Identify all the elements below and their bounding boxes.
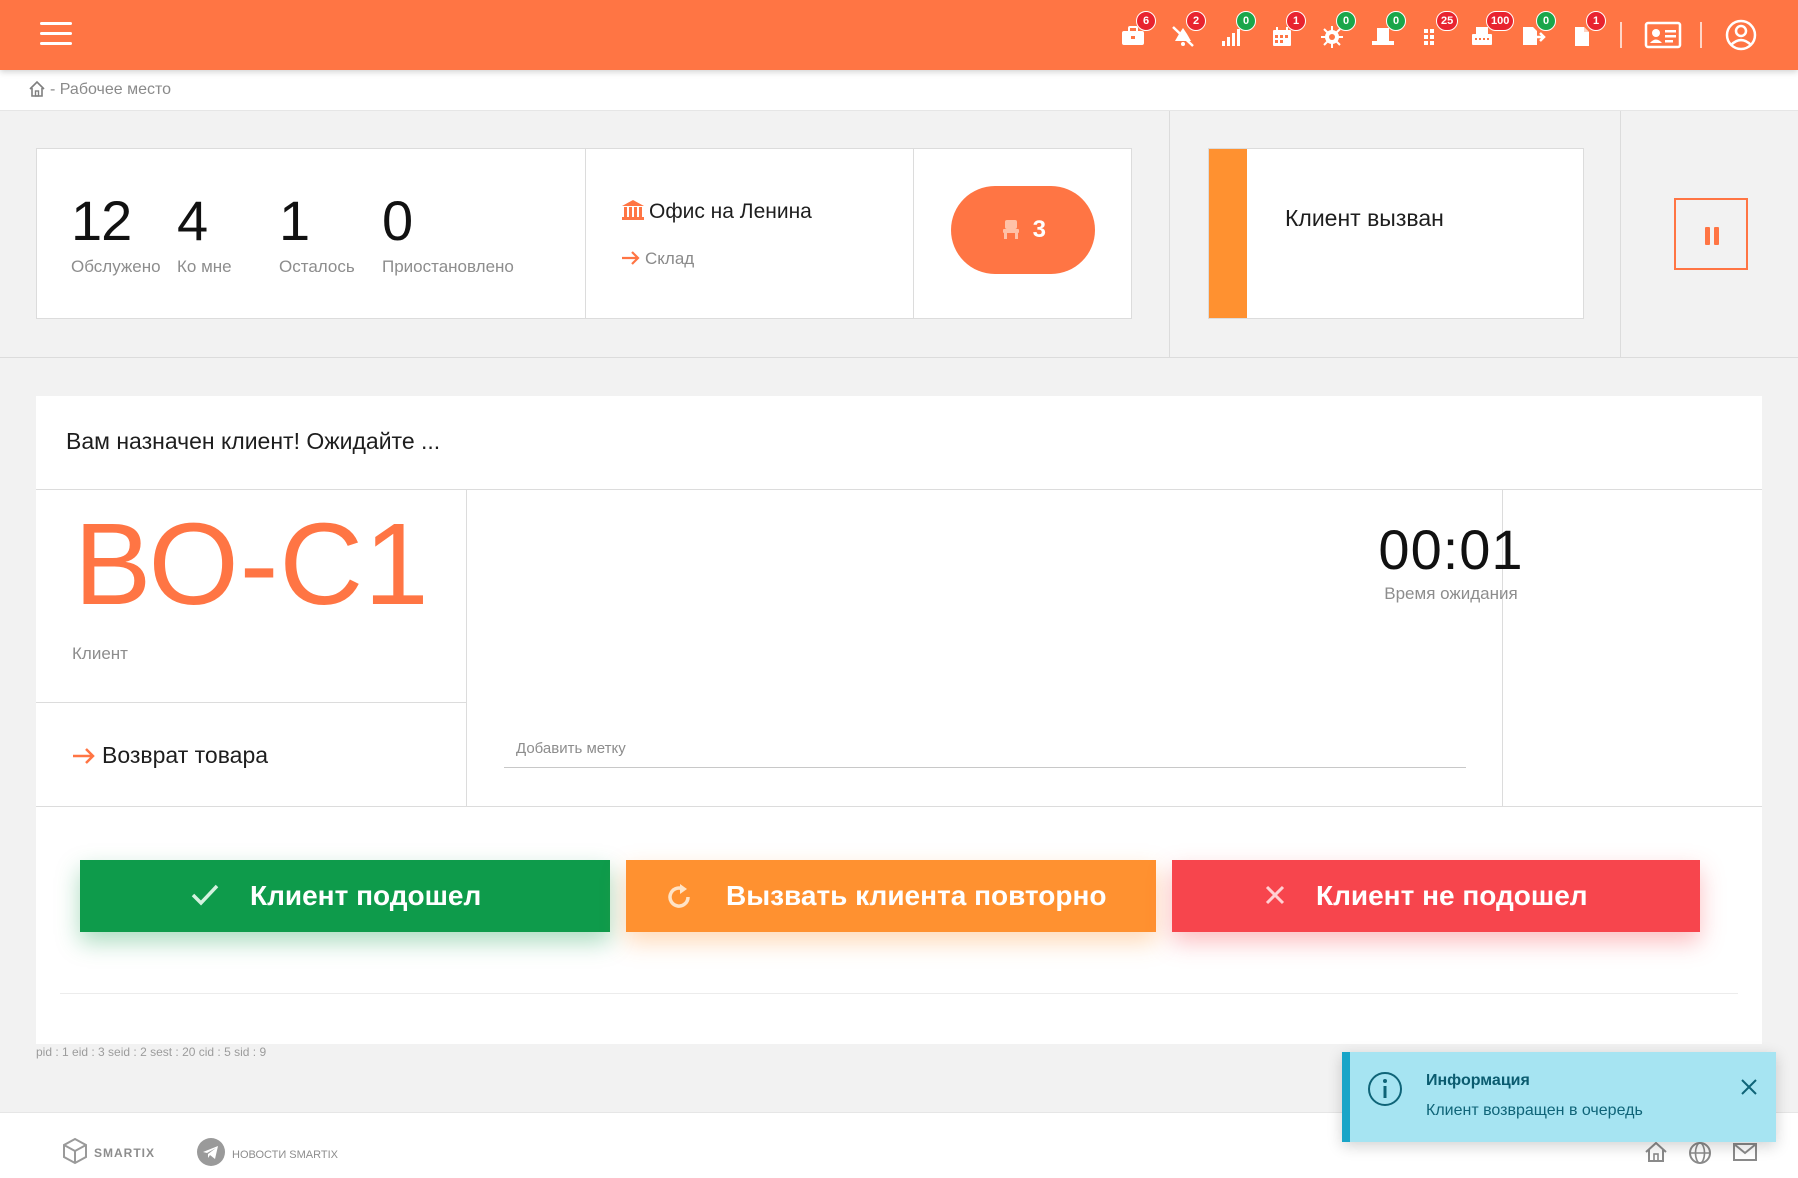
stat-remaining: 1 Осталось [279, 191, 355, 277]
stat-remaining-label: Осталось [279, 257, 355, 276]
department-text: Склад [645, 249, 695, 268]
export-icon[interactable]: 0 [1518, 11, 1556, 50]
queue-count-button[interactable]: 3 [951, 186, 1095, 274]
divider [913, 149, 914, 318]
printer-badge: 100 [1486, 11, 1515, 31]
user-profile-icon[interactable] [1722, 17, 1760, 53]
toolbar-separator [1620, 22, 1622, 48]
arrow-right-icon [621, 250, 641, 271]
top-bar: 6 2 0 1 0 0 25 100 0 1 [0, 0, 1798, 70]
divider [36, 702, 466, 703]
department: Склад [621, 249, 694, 271]
muted-notification-icon[interactable]: 2 [1168, 11, 1206, 50]
divider [60, 993, 1738, 994]
bank-icon [621, 199, 645, 227]
toast-message: Клиент возвращен в очередь [1426, 1102, 1643, 1119]
smartix-logo[interactable]: SMARTIX [62, 1137, 155, 1165]
tag-input[interactable] [504, 730, 1466, 768]
toolbar-separator [1700, 22, 1702, 48]
pause-icon [1705, 227, 1710, 245]
status-indicator [1209, 149, 1247, 318]
id-card-icon[interactable] [1644, 17, 1682, 53]
service-name: Возврат товара [72, 742, 268, 772]
arrow-right-icon [72, 745, 96, 772]
stat-suspended: 0 Приостановлено [382, 191, 514, 277]
document-icon[interactable]: 1 [1568, 11, 1606, 50]
stat-suspended-label: Приостановлено [382, 257, 514, 276]
home-icon[interactable] [1644, 1141, 1668, 1168]
close-icon[interactable] [1740, 1078, 1758, 1101]
client-arrived-label: Клиент подошел [250, 880, 482, 911]
mail-icon[interactable] [1732, 1141, 1758, 1168]
panel-title: Вам назначен клиент! Ожидайте ... [66, 428, 441, 454]
refresh-icon [664, 882, 694, 919]
recall-client-label: Вызвать клиента повторно [726, 880, 1107, 911]
printer-icon[interactable]: 100 [1468, 11, 1515, 50]
wait-timer-label: Время ожидания [1384, 584, 1518, 603]
breadcrumb-current[interactable]: - Рабочее место [50, 81, 171, 99]
stat-suspended-value: 0 [382, 189, 413, 252]
divider [1169, 111, 1170, 357]
ticket-label: Клиент [72, 644, 128, 663]
client-no-show-button[interactable]: Клиент не подошел [1172, 860, 1700, 932]
globe-icon[interactable] [1688, 1141, 1712, 1170]
divider [36, 489, 1762, 490]
desk-badge: 0 [1386, 11, 1406, 31]
smartix-news-text: НОВОСТИ SMARTIX [232, 1149, 338, 1161]
chip-badge: 0 [1336, 11, 1356, 31]
document-badge: 1 [1586, 11, 1606, 31]
smartix-news-link[interactable]: НОВОСТИ SMARTIX [196, 1137, 338, 1167]
ticket-number: ВО-С1 [74, 499, 430, 629]
office-name: Офис на Ленина [621, 199, 812, 227]
stat-served: 12 Обслужено [71, 191, 161, 277]
stat-to-me: 4 Ко мне [177, 191, 232, 277]
pause-icon [1714, 227, 1719, 245]
pause-button[interactable] [1674, 198, 1748, 270]
stat-remaining-value: 1 [279, 189, 310, 252]
grid-icon[interactable]: 25 [1418, 11, 1459, 50]
calendar-badge: 1 [1286, 11, 1306, 31]
smartix-logo-text: SMARTIX [94, 1146, 155, 1160]
calendar-icon[interactable]: 1 [1268, 11, 1306, 50]
home-icon[interactable] [28, 80, 46, 103]
menu-icon[interactable] [40, 22, 72, 46]
divider [466, 490, 467, 806]
desk-icon[interactable]: 0 [1368, 11, 1406, 50]
toast-title: Информация [1426, 1072, 1530, 1089]
operator-status-card: Клиент вызван [1208, 148, 1584, 319]
info-icon [1366, 1070, 1404, 1113]
breadcrumb: - Рабочее место [0, 70, 1798, 111]
briefcase-icon[interactable]: 6 [1118, 11, 1156, 50]
signal-icon[interactable]: 0 [1218, 11, 1256, 50]
divider [585, 149, 586, 318]
muted-notification-badge: 2 [1186, 11, 1206, 31]
wait-timer: 00:01 [1378, 518, 1524, 581]
stats-card: 12 Обслужено 4 Ко мне 1 Осталось 0 Приос… [36, 148, 1132, 319]
stat-served-label: Обслужено [71, 257, 161, 276]
service-name-text: Возврат товара [102, 742, 269, 768]
status-text: Клиент вызван [1285, 205, 1444, 231]
stat-to-me-label: Ко мне [177, 257, 232, 276]
chip-icon[interactable]: 0 [1318, 11, 1356, 50]
client-no-show-label: Клиент не подошел [1316, 880, 1588, 911]
close-icon [1262, 882, 1288, 915]
grid-badge: 25 [1436, 11, 1459, 31]
recall-client-button[interactable]: Вызвать клиента повторно [626, 860, 1156, 932]
briefcase-badge: 6 [1136, 11, 1156, 31]
export-badge: 0 [1536, 11, 1556, 31]
debug-info: pid : 1 eid : 3 seid : 2 sest : 20 cid :… [36, 1045, 267, 1059]
signal-badge: 0 [1236, 11, 1256, 31]
client-arrived-button[interactable]: Клиент подошел [80, 860, 610, 932]
queue-count: 3 [1032, 216, 1047, 243]
client-panel: Вам назначен клиент! Ожидайте ... ВО-С1 … [36, 396, 1762, 1044]
chair-icon [1000, 216, 1033, 243]
stat-served-value: 12 [71, 189, 132, 252]
stat-to-me-value: 4 [177, 189, 208, 252]
divider [1620, 111, 1621, 357]
office-name-text: Офис на Ленина [649, 200, 812, 223]
info-toast: Информация Клиент возвращен в очередь [1342, 1052, 1776, 1142]
check-icon [190, 882, 220, 915]
divider [36, 806, 1762, 807]
